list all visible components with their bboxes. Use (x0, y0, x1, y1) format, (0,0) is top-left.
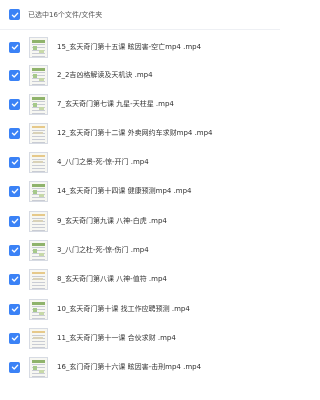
check-icon (11, 130, 18, 136)
file-row[interactable]: 7_玄天奇门第七课 九星-天柱星 .mp4 (0, 90, 280, 118)
video-thumbnail (29, 268, 48, 290)
file-checkbox[interactable] (9, 185, 20, 197)
check-icon (11, 72, 18, 78)
file-row[interactable]: 9_玄天奇门第九课 八神-白虎 .mp4 (0, 207, 280, 235)
file-name: 7_玄天奇门第七课 九星-天柱星 .mp4 (57, 100, 174, 108)
file-name: 3_八门之杜-死-惊-伤门 .mp4 (57, 246, 149, 254)
video-thumbnail (29, 180, 48, 202)
file-checkbox[interactable] (9, 244, 20, 256)
file-name: 2_2吉凶格解读及天机诀 .mp4 (57, 71, 153, 79)
video-thumbnail (29, 151, 48, 173)
check-icon (11, 159, 18, 165)
file-checkbox[interactable] (9, 273, 20, 285)
video-thumbnail (29, 36, 48, 58)
selection-header: 已选中16个文件/文件夹 (0, 0, 280, 30)
file-row[interactable]: 3_八门之杜-死-惊-伤门 .mp4 (0, 236, 280, 264)
file-row[interactable]: 12_玄天奇门第十二课 外卖网约车求财mp4 .mp4 (0, 119, 280, 147)
file-checkbox[interactable] (9, 69, 20, 81)
file-row[interactable]: 11_玄天奇门第十一课 合伙求财 .mp4 (0, 324, 280, 352)
video-thumbnail (29, 210, 48, 232)
file-checkbox[interactable] (9, 361, 20, 373)
file-name: 14_玄天奇门第十四课 健康预测mp4 .mp4 (57, 187, 192, 195)
video-thumbnail (29, 356, 48, 378)
check-icon (11, 188, 18, 194)
file-row[interactable]: 10_玄天奇门第十课 找工作应聘预测 .mp4 (0, 295, 280, 323)
file-row[interactable]: 15_玄天奇门第十五课 眩因害-空亡mp4 .mp4 (0, 33, 280, 61)
check-icon (11, 306, 18, 312)
file-name: 4_八门之景-死-惊-开门 .mp4 (57, 158, 149, 166)
file-checkbox[interactable] (9, 303, 20, 315)
file-checkbox[interactable] (9, 215, 20, 227)
check-icon (11, 364, 18, 370)
file-name: 12_玄天奇门第十二课 外卖网约车求财mp4 .mp4 (57, 129, 213, 137)
video-thumbnail (29, 93, 48, 115)
file-row[interactable]: 4_八门之景-死-惊-开门 .mp4 (0, 148, 280, 176)
file-row[interactable]: 8_玄天奇门第八课 八神-值符 .mp4 (0, 265, 280, 293)
select-all-checkbox[interactable] (9, 9, 20, 20)
video-thumbnail (29, 122, 48, 144)
check-icon (11, 44, 18, 50)
file-checkbox[interactable] (9, 156, 20, 168)
video-thumbnail (29, 239, 48, 261)
file-checkbox[interactable] (9, 332, 20, 344)
selection-count-label: 已选中16个文件/文件夹 (28, 10, 103, 19)
file-name: 9_玄天奇门第九课 八神-白虎 .mp4 (57, 217, 167, 225)
file-name: 16_玄门奇门第十六课 眩因害-击刑mp4 .mp4 (57, 363, 202, 371)
video-thumbnail (29, 327, 48, 349)
video-thumbnail (29, 298, 48, 320)
check-icon (11, 12, 18, 18)
file-name: 11_玄天奇门第十一课 合伙求财 .mp4 (57, 334, 176, 342)
file-row[interactable]: 16_玄门奇门第十六课 眩因害-击刑mp4 .mp4 (0, 353, 280, 381)
check-icon (11, 276, 18, 282)
file-row[interactable]: 2_2吉凶格解读及天机诀 .mp4 (0, 61, 280, 89)
file-checkbox[interactable] (9, 127, 20, 139)
file-row[interactable]: 14_玄天奇门第十四课 健康预测mp4 .mp4 (0, 177, 280, 205)
check-icon (11, 247, 18, 253)
check-icon (11, 335, 18, 341)
file-name: 8_玄天奇门第八课 八神-值符 .mp4 (57, 275, 167, 283)
file-name: 10_玄天奇门第十课 找工作应聘预测 .mp4 (57, 305, 190, 313)
video-thumbnail (29, 64, 48, 86)
file-name: 15_玄天奇门第十五课 眩因害-空亡mp4 .mp4 (57, 43, 202, 51)
file-checkbox[interactable] (9, 98, 20, 110)
check-icon (11, 101, 18, 107)
file-checkbox[interactable] (9, 41, 20, 53)
check-icon (11, 218, 18, 224)
